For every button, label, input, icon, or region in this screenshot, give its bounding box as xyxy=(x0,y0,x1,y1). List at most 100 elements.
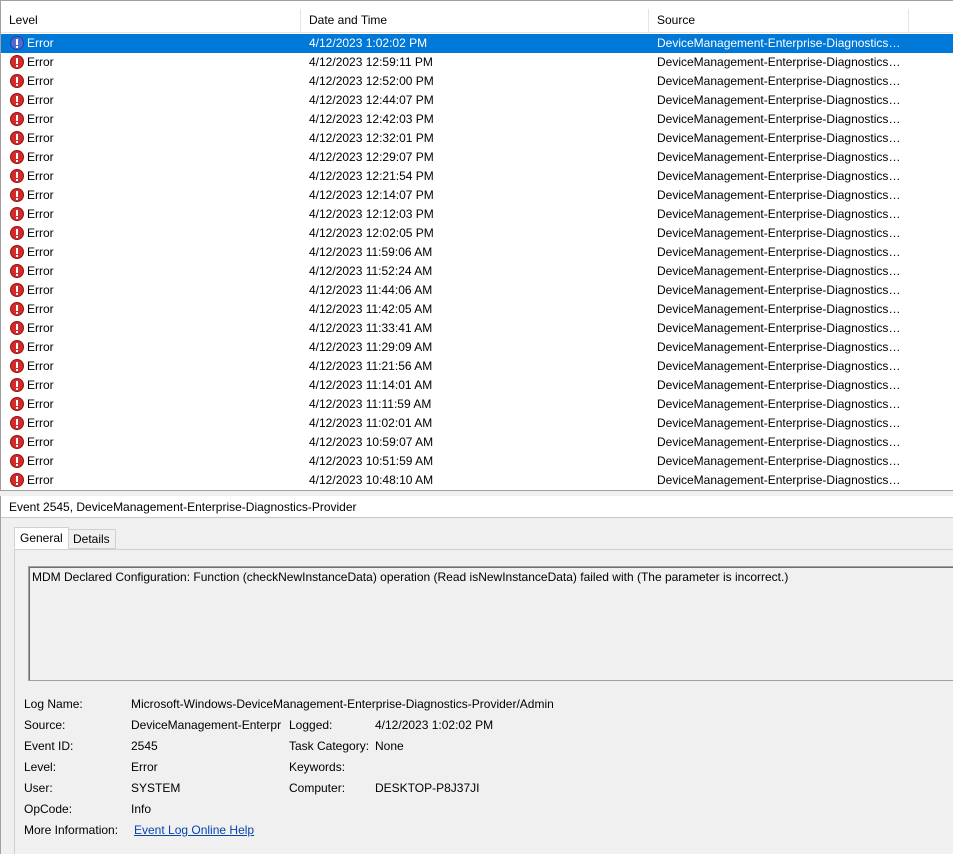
event-level-cell: Error xyxy=(27,55,54,69)
error-icon xyxy=(10,359,24,373)
event-source-cell: DeviceManagement-Enterprise-Diagnostics-… xyxy=(657,473,902,487)
value-computer: DESKTOP-P8J37JI xyxy=(375,781,480,795)
event-list[interactable]: Level Date and Time Source Error 4/12/202… xyxy=(0,0,953,490)
event-level-cell: Error xyxy=(27,131,54,145)
event-row[interactable]: Error 4/12/2023 11:21:56 AM DeviceManageme… xyxy=(1,357,953,376)
event-level-cell: Error xyxy=(27,435,54,449)
event-row[interactable]: Error 4/12/2023 11:42:05 AM DeviceManageme… xyxy=(1,300,953,319)
event-row[interactable]: Error 4/12/2023 1:02:02 PM DeviceManagemen… xyxy=(1,34,953,53)
event-row[interactable]: Error 4/12/2023 11:14:01 AM DeviceManageme… xyxy=(1,376,953,395)
event-row[interactable]: Error 4/12/2023 12:12:03 PM DeviceManageme… xyxy=(1,205,953,224)
event-date-cell: 4/12/2023 12:02:05 PM xyxy=(309,226,434,240)
event-source-cell: DeviceManagement-Enterprise-Diagnostics-… xyxy=(657,112,902,126)
event-row[interactable]: Error 4/12/2023 12:02:05 PM DeviceManageme… xyxy=(1,224,953,243)
event-level-cell: Error xyxy=(27,169,54,183)
event-row[interactable]: Error 4/12/2023 10:48:10 AM DeviceManageme… xyxy=(1,471,953,490)
event-source-cell: DeviceManagement-Enterprise-Diagnostics-… xyxy=(657,74,902,88)
error-icon xyxy=(10,36,24,50)
event-row[interactable]: Error 4/12/2023 12:29:07 PM DeviceManageme… xyxy=(1,148,953,167)
event-source-cell: DeviceManagement-Enterprise-Diagnostics-… xyxy=(657,150,902,164)
event-source-cell: DeviceManagement-Enterprise-Diagnostics-… xyxy=(657,416,902,430)
error-icon xyxy=(10,93,24,107)
value-logged: 4/12/2023 1:02:02 PM xyxy=(375,718,494,732)
event-date-cell: 4/12/2023 11:44:06 AM xyxy=(309,283,433,297)
event-row[interactable]: Error 4/12/2023 12:59:11 PM DeviceManageme… xyxy=(1,53,953,72)
event-row[interactable]: Error 4/12/2023 12:52:00 PM DeviceManageme… xyxy=(1,72,953,91)
event-source-cell: DeviceManagement-Enterprise-Diagnostics-… xyxy=(657,435,902,449)
event-row[interactable]: Error 4/12/2023 11:52:24 AM DeviceManageme… xyxy=(1,262,953,281)
event-source-cell: DeviceManagement-Enterprise-Diagnostics-… xyxy=(657,321,902,335)
event-source-cell: DeviceManagement-Enterprise-Diagnostics-… xyxy=(657,264,902,278)
event-rows: Error 4/12/2023 1:02:02 PM DeviceManagemen… xyxy=(1,34,953,490)
error-icon xyxy=(10,321,24,335)
event-row[interactable]: Error 4/12/2023 12:44:07 PM DeviceManageme… xyxy=(1,91,953,110)
event-log-online-help-link[interactable]: Event Log Online Help xyxy=(134,822,294,838)
error-icon xyxy=(10,112,24,126)
event-row[interactable]: Error 4/12/2023 11:11:59 AM DeviceManageme… xyxy=(1,395,953,414)
tab-general[interactable]: General xyxy=(14,527,69,549)
value-source: DeviceManagement-Enterpr xyxy=(131,718,281,732)
event-row[interactable]: Error 4/12/2023 11:44:06 AM DeviceManageme… xyxy=(1,281,953,300)
label-opcode: OpCode: xyxy=(24,802,73,816)
label-keywords: Keywords: xyxy=(289,760,346,774)
event-date-cell: 4/12/2023 11:33:41 AM xyxy=(309,321,433,335)
tab-details[interactable]: Details xyxy=(67,529,116,549)
event-level-cell: Error xyxy=(27,378,54,392)
column-header-source[interactable]: Source xyxy=(649,9,909,33)
error-icon xyxy=(10,264,24,278)
event-source-cell: DeviceManagement-Enterprise-Diagnostics-… xyxy=(657,397,902,411)
error-icon xyxy=(10,454,24,468)
event-level-cell: Error xyxy=(27,226,54,240)
event-date-cell: 4/12/2023 12:42:03 PM xyxy=(309,112,434,126)
event-date-cell: 4/12/2023 10:59:07 AM xyxy=(309,435,434,449)
event-date-cell: 4/12/2023 12:44:07 PM xyxy=(309,93,434,107)
value-opcode: Info xyxy=(131,802,152,816)
event-row[interactable]: Error 4/12/2023 10:51:59 AM DeviceManageme… xyxy=(1,452,953,471)
label-computer: Computer: xyxy=(289,781,346,795)
event-detail-title: Event 2545, DeviceManagement-Enterprise-… xyxy=(1,496,953,518)
event-source-cell: DeviceManagement-Enterprise-Diagnostics-… xyxy=(657,226,902,240)
event-date-cell: 4/12/2023 11:59:06 AM xyxy=(309,245,433,259)
error-icon xyxy=(10,207,24,221)
event-date-cell: 4/12/2023 11:52:24 AM xyxy=(309,264,433,278)
event-source-cell: DeviceManagement-Enterprise-Diagnostics-… xyxy=(657,245,902,259)
event-date-cell: 4/12/2023 12:59:11 PM xyxy=(309,55,433,69)
label-logged: Logged: xyxy=(289,718,333,732)
label-task-category: Task Category: xyxy=(289,739,370,753)
label-user: User: xyxy=(24,781,53,795)
event-row[interactable]: Error 4/12/2023 11:33:41 AM DeviceManageme… xyxy=(1,319,953,338)
error-icon xyxy=(10,435,24,449)
event-row[interactable]: Error 4/12/2023 11:29:09 AM DeviceManageme… xyxy=(1,338,953,357)
event-level-cell: Error xyxy=(27,112,54,126)
event-row[interactable]: Error 4/12/2023 11:02:01 AM DeviceManageme… xyxy=(1,414,953,433)
event-source-cell: DeviceManagement-Enterprise-Diagnostics-… xyxy=(657,55,902,69)
event-level-cell: Error xyxy=(27,397,54,411)
event-source-cell: DeviceManagement-Enterprise-Diagnostics-… xyxy=(657,340,902,354)
event-date-cell: 4/12/2023 10:48:10 AM xyxy=(309,473,434,487)
event-row[interactable]: Error 4/12/2023 11:59:06 AM DeviceManageme… xyxy=(1,243,953,262)
error-icon xyxy=(10,169,24,183)
event-date-cell: 4/12/2023 11:14:01 AM xyxy=(309,378,433,392)
event-date-cell: 4/12/2023 12:14:07 PM xyxy=(309,188,434,202)
event-date-cell: 4/12/2023 11:29:09 AM xyxy=(309,340,433,354)
event-message-box[interactable]: MDM Declared Configuration: Function (ch… xyxy=(28,566,953,681)
event-level-cell: Error xyxy=(27,302,54,316)
label-log-name: Log Name: xyxy=(24,697,83,711)
event-row[interactable]: Error 4/12/2023 12:42:03 PM DeviceManageme… xyxy=(1,110,953,129)
event-source-cell: DeviceManagement-Enterprise-Diagnostics-… xyxy=(657,302,902,316)
column-header-level[interactable]: Level xyxy=(1,9,301,33)
event-list-header: Level Date and Time Source xyxy=(1,9,953,33)
event-row[interactable]: Error 4/12/2023 12:32:01 PM DeviceManageme… xyxy=(1,129,953,148)
error-icon xyxy=(10,188,24,202)
column-header-date[interactable]: Date and Time xyxy=(301,9,649,33)
value-task-category: None xyxy=(375,739,404,753)
error-icon xyxy=(10,397,24,411)
event-row[interactable]: Error 4/12/2023 12:14:07 PM DeviceManageme… xyxy=(1,186,953,205)
error-icon xyxy=(10,74,24,88)
event-row[interactable]: Error 4/12/2023 10:59:07 AM DeviceManageme… xyxy=(1,433,953,452)
event-date-cell: 4/12/2023 12:52:00 PM xyxy=(309,74,434,88)
event-date-cell: 4/12/2023 12:32:01 PM xyxy=(309,131,434,145)
event-row[interactable]: Error 4/12/2023 12:21:54 PM DeviceManageme… xyxy=(1,167,953,186)
event-level-cell: Error xyxy=(27,454,54,468)
event-level-cell: Error xyxy=(27,264,54,278)
